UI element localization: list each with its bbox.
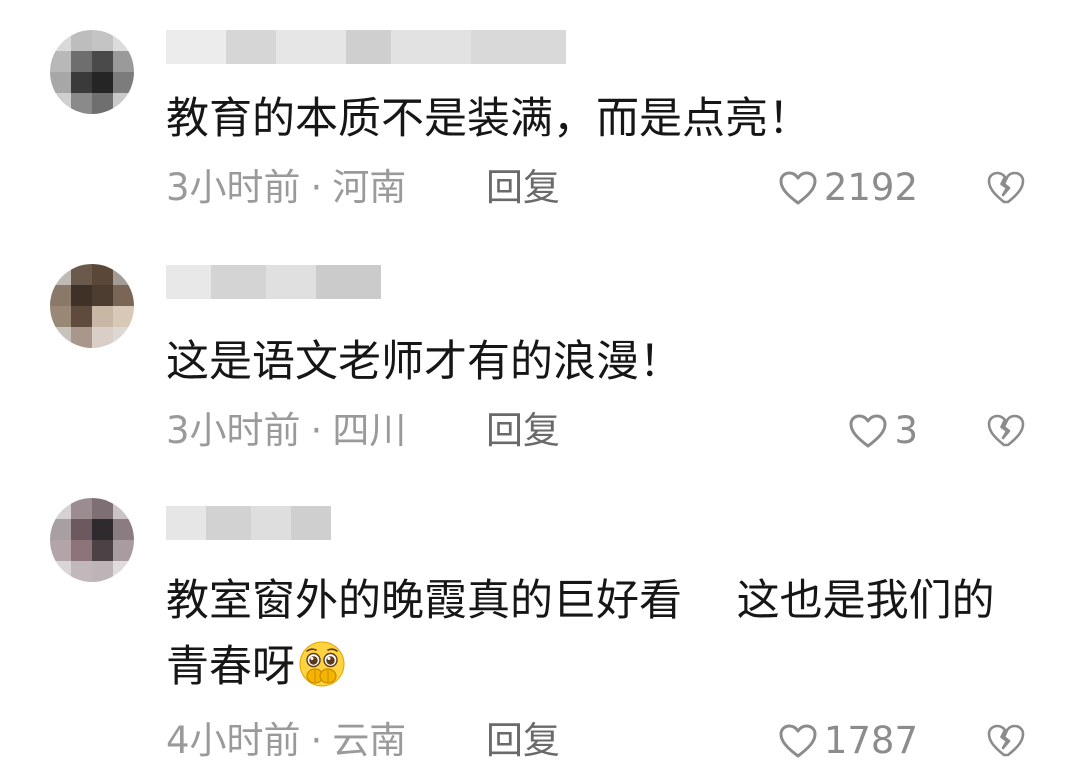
comment-time: 3小时前 (166, 166, 301, 209)
comment-meta: 4小时前 · 云南 (166, 719, 406, 763)
broken-heart-icon (987, 724, 1025, 757)
like-count: 1787 (823, 719, 918, 762)
comment-location: 云南 (332, 719, 407, 762)
meta-separator: · (310, 409, 323, 452)
meta-separator: · (310, 166, 323, 209)
reply-button[interactable]: 回复 (486, 409, 560, 453)
heart-outline-icon (779, 724, 817, 758)
like-button[interactable]: 1787 (778, 719, 918, 763)
heart-outline-icon (779, 171, 817, 205)
reply-button[interactable]: 回复 (486, 719, 560, 763)
comment-item: 教育的本质不是装满，而是点亮！ 3小时前 · 河南 回复 2192 (0, 0, 1080, 245)
broken-heart-icon (987, 414, 1025, 447)
reply-button[interactable]: 回复 (486, 166, 560, 210)
heart-outline-icon (849, 414, 887, 448)
comment-item: 这是语文老师才有的浪漫！ 3小时前 · 四川 回复 3 (0, 245, 1080, 490)
comment-time: 4小时前 (166, 719, 301, 762)
meta-separator: · (310, 719, 323, 762)
like-count: 2192 (823, 166, 918, 209)
pleading-face-emoji (299, 641, 345, 687)
like-count: 3 (894, 409, 918, 452)
dislike-button[interactable] (986, 409, 1026, 453)
comment-text-content: 教室窗外的晚霞真的巨好看 这也是我们的青春呀 (166, 576, 995, 692)
comment-text: 这是语文老师才有的浪漫！ (166, 337, 682, 387)
comment-meta: 3小时前 · 四川 (166, 409, 406, 453)
dislike-button[interactable] (986, 166, 1026, 210)
comment-text: 教育的本质不是装满，而是点亮！ (166, 94, 811, 144)
comment-location: 河南 (332, 166, 407, 209)
avatar[interactable] (50, 498, 134, 582)
comment-item: 教室窗外的晚霞真的巨好看 这也是我们的青春呀 4小时前 · 云南 回复 1787 (0, 490, 1080, 778)
like-button[interactable]: 3 (848, 409, 918, 453)
comment-text: 教室窗外的晚霞真的巨好看 这也是我们的青春呀 (166, 568, 1036, 700)
username-blurred[interactable] (166, 30, 566, 64)
username-blurred[interactable] (166, 506, 331, 540)
broken-heart-icon (987, 171, 1025, 204)
avatar[interactable] (50, 30, 134, 114)
username-blurred[interactable] (166, 265, 381, 299)
avatar[interactable] (50, 264, 134, 348)
dislike-button[interactable] (986, 719, 1026, 763)
like-button[interactable]: 2192 (778, 166, 918, 210)
comment-meta: 3小时前 · 河南 (166, 166, 406, 210)
comment-location: 四川 (332, 409, 407, 452)
comment-time: 3小时前 (166, 409, 301, 452)
